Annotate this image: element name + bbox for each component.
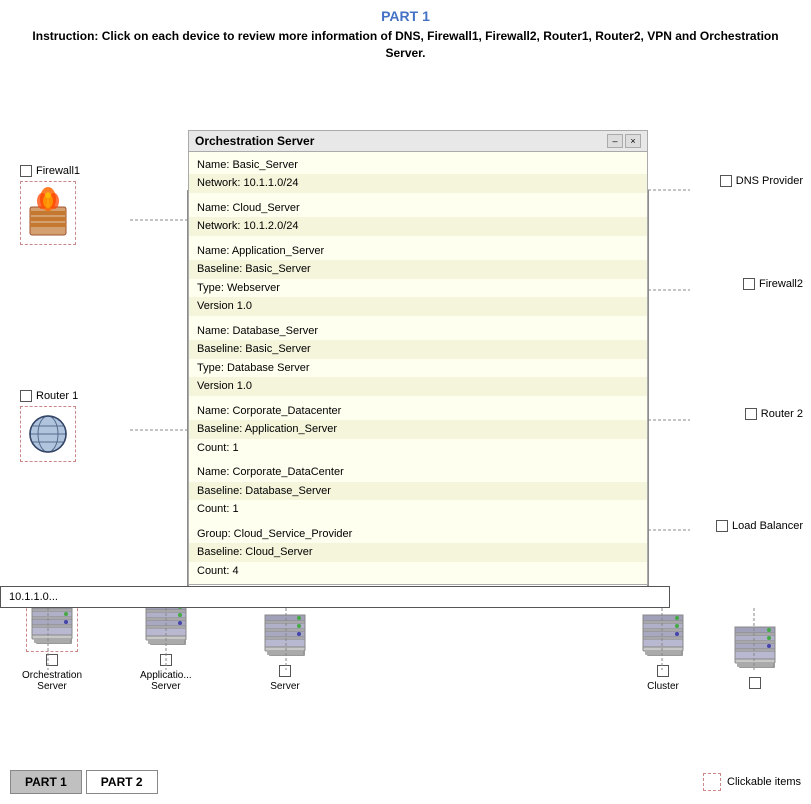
minimize-button[interactable]: – (607, 134, 623, 148)
network-bar: 10.1.1.0... (0, 586, 670, 608)
firewall2-device[interactable]: Firewall2 (743, 278, 803, 290)
row-basic-server-network: Network: 10.1.1.0/24 (189, 174, 647, 193)
row-cloud-baseline: Baseline: Cloud_Server (189, 543, 647, 562)
popup-titlebar: Orchestration Server – × (189, 131, 647, 152)
network-ip: 10.1.1.0... (9, 591, 58, 603)
app-bottom-label: Applicatio...Server (140, 670, 192, 692)
server-bottom-label: Server (270, 681, 299, 692)
router1-icon[interactable] (20, 406, 76, 462)
row-db-server-type: Type: Database Server (189, 359, 647, 378)
router1-label: Router 1 (36, 390, 78, 402)
router1-device[interactable]: Router 1 (20, 390, 78, 462)
popup-content: Name: Basic_Server Network: 10.1.1.0/24 … (189, 152, 647, 585)
tab-part2[interactable]: PART 2 (86, 770, 158, 794)
row-corp-dc-count: Count: 1 (189, 439, 647, 458)
row-db-server-baseline: Baseline: Basic_Server (189, 340, 647, 359)
header: PART 1 Instruction: Click on each device… (0, 0, 811, 66)
footer: PART 1 PART 2 Clickable items (0, 770, 811, 794)
cluster-label: Cluster (647, 681, 679, 692)
dns-label: DNS Provider (736, 175, 803, 187)
row-app-server-version: Version 1.0 (189, 297, 647, 316)
dns-device[interactable]: DNS Provider (720, 175, 803, 187)
firewall1-icon[interactable] (20, 181, 76, 245)
row-db-server-version: Version 1.0 (189, 377, 647, 396)
orch-bottom-label: OrchestrationServer (22, 670, 82, 692)
clickable-items-label: Clickable items (727, 776, 801, 788)
router1-checkbox[interactable] (20, 390, 32, 402)
row-corp-datacenter-count: Count: 1 (189, 500, 647, 519)
row-app-server-type: Type: Webserver (189, 279, 647, 298)
rightserver-checkbox[interactable] (749, 677, 761, 689)
row-corp-dc-baseline: Baseline: Application_Server (189, 420, 647, 439)
row-basic-server-name: Name: Basic_Server (189, 156, 647, 175)
tab-part1[interactable]: PART 1 (10, 770, 82, 794)
loadbalancer-checkbox[interactable] (716, 520, 728, 532)
firewall1-checkbox[interactable] (20, 165, 32, 177)
popup-title: Orchestration Server (195, 134, 314, 148)
cluster-checkbox[interactable] (657, 665, 669, 677)
row-app-server-name: Name: Application_Server (189, 242, 647, 261)
row-cloud-server-name: Name: Cloud_Server (189, 199, 647, 218)
firewall2-checkbox[interactable] (743, 278, 755, 290)
row-cloud-count: Count: 4 (189, 562, 647, 581)
loadbalancer-device[interactable]: Load Balancer (716, 520, 803, 532)
orch-bottom-checkbox[interactable] (46, 654, 58, 666)
clickable-box-icon (703, 773, 721, 791)
dns-checkbox[interactable] (720, 175, 732, 187)
firewall1-label: Firewall1 (36, 165, 80, 177)
clickable-legend: Clickable items (703, 773, 801, 791)
router2-checkbox[interactable] (745, 408, 757, 420)
row-cloud-server-network: Network: 10.1.2.0/24 (189, 217, 647, 236)
bottom-cluster-device[interactable]: Cluster (638, 606, 688, 692)
row-app-server-baseline: Baseline: Basic_Server (189, 260, 647, 279)
orchestration-popup[interactable]: Orchestration Server – × Name: Basic_Ser… (188, 130, 648, 586)
row-corp-datacenter-name: Name: Corporate_DataCenter (189, 463, 647, 482)
firewall2-label: Firewall2 (759, 278, 803, 290)
row-corp-dc-name: Name: Corporate_Datacenter (189, 402, 647, 421)
diagram-area: Firewall1 Router 1 (0, 70, 811, 750)
instruction-text: Instruction: Click on each device to rev… (20, 28, 791, 62)
close-button[interactable]: × (625, 134, 641, 148)
bottom-server-device[interactable]: Server (260, 606, 310, 692)
router2-label: Router 2 (761, 408, 803, 420)
page-title: PART 1 (20, 8, 791, 24)
row-cloud-group: Group: Cloud_Service_Provider (189, 525, 647, 544)
loadbalancer-label: Load Balancer (732, 520, 803, 532)
server-bottom-checkbox[interactable] (279, 665, 291, 677)
row-corp-datacenter-baseline: Baseline: Database_Server (189, 482, 647, 501)
bottom-app-device[interactable]: Applicatio...Server (140, 595, 192, 692)
row-db-server-name: Name: Database_Server (189, 322, 647, 341)
app-bottom-checkbox[interactable] (160, 654, 172, 666)
firewall1-device[interactable]: Firewall1 (20, 165, 80, 245)
bottom-rightserver-device[interactable] (730, 618, 780, 692)
popup-controls[interactable]: – × (607, 134, 641, 148)
router2-device[interactable]: Router 2 (745, 408, 803, 420)
